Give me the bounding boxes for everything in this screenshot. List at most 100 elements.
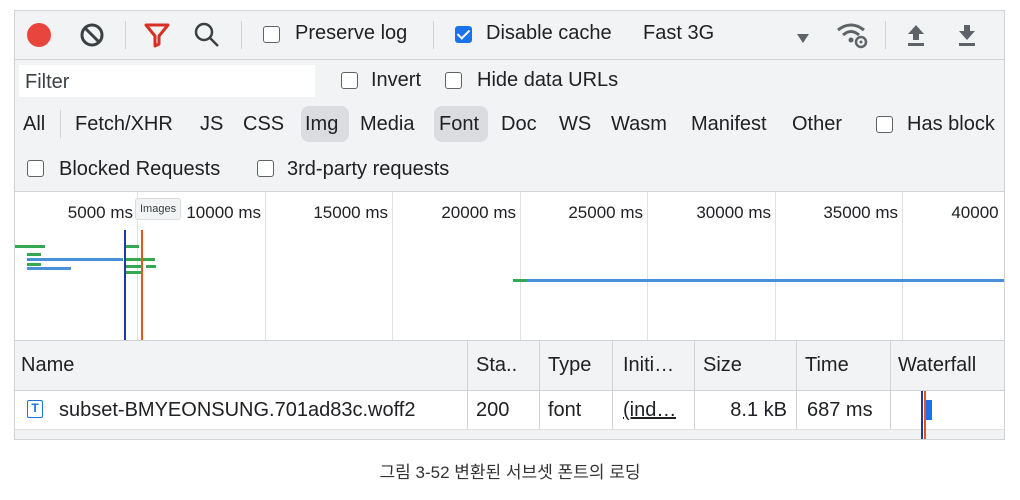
timeline-gridline xyxy=(520,192,521,340)
timeline-tooltip: Images xyxy=(135,198,182,220)
column-divider[interactable] xyxy=(539,341,540,390)
request-bar xyxy=(125,245,139,248)
filter-input[interactable]: Filter xyxy=(19,65,315,97)
column-divider xyxy=(539,391,540,429)
request-bar xyxy=(125,271,141,274)
timeline-gridline xyxy=(775,192,776,340)
dropdown-arrow-icon[interactable] xyxy=(797,30,809,48)
type-ws[interactable]: WS xyxy=(559,113,591,136)
column-divider xyxy=(694,391,695,429)
request-bar xyxy=(527,279,1004,282)
search-icon[interactable] xyxy=(193,21,221,49)
record-icon[interactable] xyxy=(27,23,51,47)
network-panel: Preserve log Disable cache Fast 3G Filte… xyxy=(14,10,1005,440)
type-media[interactable]: Media xyxy=(360,113,414,136)
column-status[interactable]: Sta.. xyxy=(476,341,517,390)
has-blocked-cookies-label: Has block xyxy=(907,113,995,135)
type-all[interactable]: All xyxy=(23,113,45,136)
filter-placeholder: Filter xyxy=(25,71,70,93)
dom-content-loaded-marker xyxy=(124,230,126,340)
tick-label: 20000 ms xyxy=(441,203,516,222)
type-wasm[interactable]: Wasm xyxy=(611,113,667,136)
column-initiator[interactable]: Initi… xyxy=(623,341,674,390)
column-size[interactable]: Size xyxy=(703,341,742,390)
filter-icon[interactable] xyxy=(143,22,171,48)
upload-icon[interactable] xyxy=(905,23,927,52)
timeline-gridline xyxy=(647,192,648,340)
column-divider[interactable] xyxy=(694,341,695,390)
toolbar-divider xyxy=(241,21,242,49)
throttling-select[interactable]: Fast 3G xyxy=(643,22,714,45)
tick-label: 15000 ms xyxy=(313,203,388,222)
preserve-log-checkbox[interactable] xyxy=(263,26,280,43)
column-divider xyxy=(612,391,613,429)
waterfall-dcl-marker xyxy=(921,391,923,439)
toolbar-divider xyxy=(433,21,434,49)
load-event-marker xyxy=(141,230,143,340)
tick-label: 5000 ms xyxy=(67,203,133,222)
request-bar xyxy=(27,258,123,261)
tick-label: 30000 ms xyxy=(696,203,771,222)
type-font[interactable]: Font xyxy=(439,113,479,136)
disable-cache-label: Disable cache xyxy=(486,22,612,44)
toolbar-divider xyxy=(885,21,886,49)
font-file-icon: T xyxy=(27,400,43,418)
request-bar xyxy=(125,258,155,261)
figure-caption: 그림 3-52 변환된 서브셋 폰트의 로딩 xyxy=(379,463,641,482)
download-icon[interactable] xyxy=(956,23,978,52)
wifi-settings-icon[interactable] xyxy=(835,20,869,55)
column-time[interactable]: Time xyxy=(805,341,849,390)
blocked-requests-checkbox[interactable] xyxy=(27,160,44,177)
request-time: 687 ms xyxy=(807,399,873,421)
blocked-requests-label: Blocked Requests xyxy=(59,158,221,180)
request-initiator-link[interactable]: (ind… xyxy=(623,391,676,429)
third-party-requests-checkbox[interactable] xyxy=(257,160,274,177)
type-js[interactable]: JS xyxy=(200,113,223,136)
column-divider xyxy=(467,391,468,429)
request-bar xyxy=(27,267,71,270)
request-bar xyxy=(513,279,527,282)
disable-cache-checkbox[interactable] xyxy=(455,26,472,43)
type-img[interactable]: Img xyxy=(305,113,338,136)
tick-label: 40000 ms xyxy=(951,203,1004,222)
overview-timeline[interactable]: 5000 ms 10000 ms 15000 ms 20000 ms 25000… xyxy=(15,192,1004,341)
toolbar-divider xyxy=(125,21,126,49)
preserve-log-label: Preserve log xyxy=(295,22,408,44)
column-divider[interactable] xyxy=(890,341,891,390)
request-bar xyxy=(146,265,156,268)
type-other[interactable]: Other xyxy=(792,113,842,136)
column-divider xyxy=(796,391,797,429)
request-bar xyxy=(27,253,41,256)
column-divider[interactable] xyxy=(467,341,468,390)
table-row[interactable]: T subset-BMYEONSUNG.701ad83c.woff2 200 f… xyxy=(15,391,1004,439)
timeline-gridline xyxy=(265,192,266,340)
types-divider xyxy=(60,110,61,138)
tick-label: 25000 ms xyxy=(568,203,643,222)
request-name[interactable]: subset-BMYEONSUNG.701ad83c.woff2 xyxy=(59,391,463,429)
type-manifest[interactable]: Manifest xyxy=(691,113,767,136)
request-status: 200 xyxy=(476,399,510,421)
filter-row: Filter Invert Hide data URLs xyxy=(15,60,1004,102)
requests-table-header: Name Sta.. Type Initi… Size Time Waterfa… xyxy=(15,341,1004,391)
waterfall-bar xyxy=(926,400,932,420)
request-size: 8.1 kB xyxy=(730,399,787,421)
type-doc[interactable]: Doc xyxy=(501,113,537,136)
column-name[interactable]: Name xyxy=(21,341,74,390)
type-fetch-xhr[interactable]: Fetch/XHR xyxy=(75,113,173,136)
invert-checkbox[interactable] xyxy=(341,72,358,89)
column-divider[interactable] xyxy=(612,341,613,390)
hide-data-urls-checkbox[interactable] xyxy=(445,72,462,89)
column-divider[interactable] xyxy=(796,341,797,390)
has-blocked-cookies-checkbox[interactable] xyxy=(876,116,893,133)
tick-label: 35000 ms xyxy=(823,203,898,222)
waterfall-cell[interactable] xyxy=(891,391,1004,439)
timeline-gridline xyxy=(902,192,903,340)
network-toolbar: Preserve log Disable cache Fast 3G xyxy=(15,11,1004,60)
type-css[interactable]: CSS xyxy=(243,113,284,136)
column-type[interactable]: Type xyxy=(548,341,591,390)
resource-type-filters: All Fetch/XHR JS CSS Img Media Font Doc … xyxy=(15,102,1004,146)
invert-label: Invert xyxy=(371,69,422,91)
request-bar xyxy=(27,263,41,266)
clear-icon[interactable] xyxy=(79,22,105,48)
column-waterfall[interactable]: Waterfall xyxy=(898,341,976,390)
